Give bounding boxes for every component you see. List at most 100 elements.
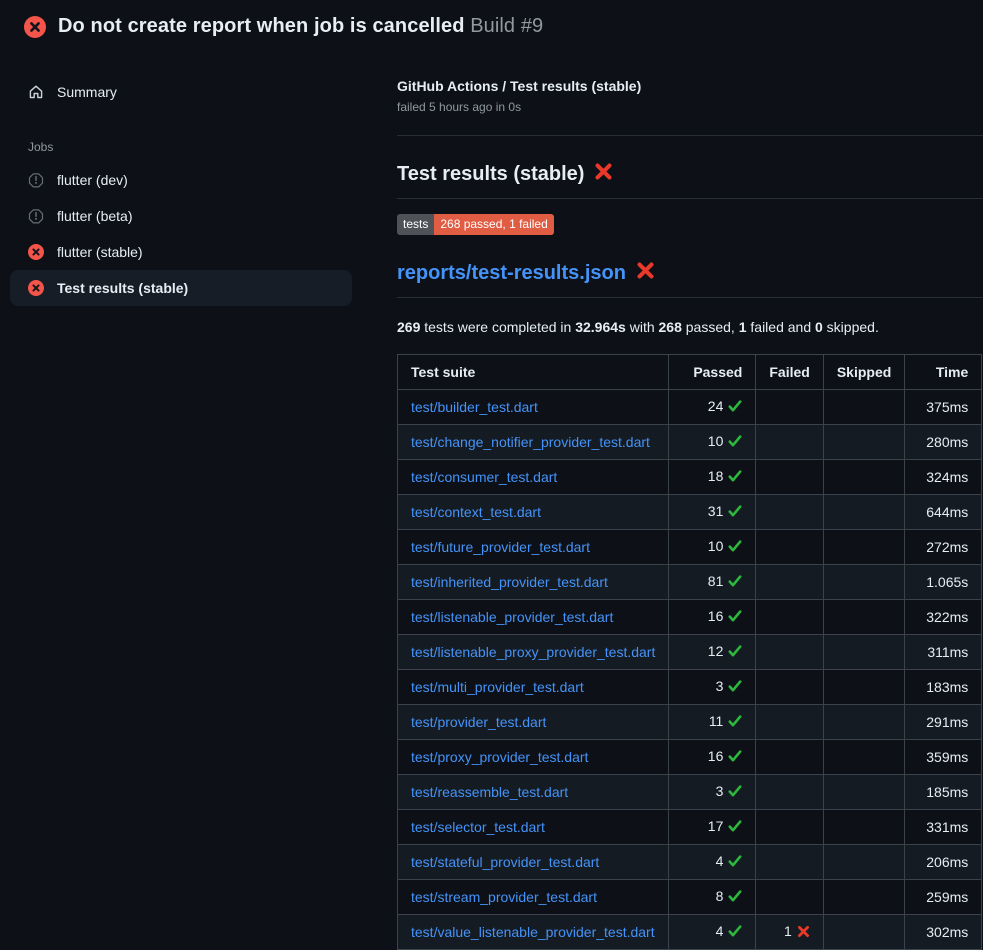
- suite-cell: test/stream_provider_test.dart: [398, 880, 669, 915]
- suite-link[interactable]: test/inherited_provider_test.dart: [411, 574, 608, 590]
- sidebar-item-summary[interactable]: Summary: [10, 74, 352, 110]
- check-mark-icon: [728, 608, 742, 628]
- stop-icon: [28, 208, 44, 224]
- count-value: 4: [716, 853, 724, 869]
- table-row: test/change_notifier_provider_test.dart1…: [398, 425, 982, 460]
- suite-cell: test/reassemble_test.dart: [398, 775, 669, 810]
- check-mark-icon: [728, 818, 742, 838]
- skipped-cell: [823, 740, 904, 775]
- table-row: test/listenable_proxy_provider_test.dart…: [398, 635, 982, 670]
- time-cell: 206ms: [905, 845, 982, 880]
- suite-link[interactable]: test/builder_test.dart: [411, 399, 538, 415]
- suite-link[interactable]: test/stateful_provider_test.dart: [411, 854, 599, 870]
- x-circle-icon: [24, 16, 46, 38]
- check-mark-icon: [728, 748, 742, 768]
- passed-cell: 16: [669, 740, 756, 775]
- table-row: test/proxy_provider_test.dart 16 359ms: [398, 740, 982, 775]
- cross-mark-icon: [636, 261, 655, 286]
- suite-cell: test/multi_provider_test.dart: [398, 670, 669, 705]
- table-row: test/value_listenable_provider_test.dart…: [398, 915, 982, 950]
- build-number: Build #9: [470, 15, 543, 37]
- failed-cell: 1: [756, 915, 823, 950]
- suite-link[interactable]: test/context_test.dart: [411, 504, 541, 520]
- time-cell: 311ms: [905, 635, 982, 670]
- skipped-cell: [823, 460, 904, 495]
- time-cell: 324ms: [905, 460, 982, 495]
- failed-cell: [756, 565, 823, 600]
- passed-cell: 11: [669, 705, 756, 740]
- table-row: test/stream_provider_test.dart8259ms: [398, 880, 982, 915]
- time-cell: 272ms: [905, 530, 982, 565]
- table-row: test/stateful_provider_test.dart 4 206ms: [398, 845, 982, 880]
- passed-cell: 12: [669, 635, 756, 670]
- sidebar-item-job[interactable]: flutter (dev): [10, 162, 352, 198]
- count-value: 11: [709, 713, 724, 729]
- skipped-cell: [823, 425, 904, 460]
- table-row: test/listenable_provider_test.dart 16 322m…: [398, 600, 982, 635]
- summary-skipped: 0: [815, 319, 823, 335]
- suite-cell: test/provider_test.dart: [398, 705, 669, 740]
- time-cell: 185ms: [905, 775, 982, 810]
- count-value: 16: [708, 608, 724, 624]
- suite-link[interactable]: test/value_listenable_provider_test.dart: [411, 924, 655, 940]
- passed-cell: 4: [669, 915, 756, 950]
- suite-link[interactable]: test/reassemble_test.dart: [411, 784, 568, 800]
- suite-link[interactable]: test/provider_test.dart: [411, 714, 546, 730]
- passed-cell: 31: [669, 495, 756, 530]
- count-value: 81: [708, 573, 724, 589]
- failed-cell: [756, 600, 823, 635]
- passed-cell: 4: [669, 845, 756, 880]
- suite-link[interactable]: test/consumer_test.dart: [411, 469, 557, 485]
- count-value: 18: [708, 468, 724, 484]
- report-file-link[interactable]: reports/test-results.json: [397, 262, 626, 285]
- summary-duration: 32.964s: [575, 319, 626, 335]
- check-mark-icon: [728, 923, 742, 943]
- count-value: 3: [716, 678, 724, 694]
- time-cell: 322ms: [905, 600, 982, 635]
- check-mark-icon: [728, 783, 742, 803]
- cross-mark-icon: [797, 923, 810, 943]
- failed-cell: [756, 635, 823, 670]
- suite-link[interactable]: test/multi_provider_test.dart: [411, 679, 584, 695]
- sidebar-item-job[interactable]: flutter (stable): [10, 234, 352, 270]
- count-value: 24: [708, 398, 724, 414]
- home-icon: [28, 84, 44, 100]
- suite-cell: test/listenable_provider_test.dart: [398, 600, 669, 635]
- suite-link[interactable]: test/stream_provider_test.dart: [411, 889, 597, 905]
- table-row: test/consumer_test.dart 18 324ms: [398, 460, 982, 495]
- suite-link[interactable]: test/proxy_provider_test.dart: [411, 749, 588, 765]
- suite-link[interactable]: test/listenable_proxy_provider_test.dart: [411, 644, 655, 660]
- failed-cell: [756, 425, 823, 460]
- summary-failed: 1: [739, 319, 747, 335]
- skipped-cell: [823, 530, 904, 565]
- breadcrumb: GitHub Actions / Test results (stable): [397, 78, 983, 94]
- suite-cell: test/proxy_provider_test.dart: [398, 740, 669, 775]
- main-content: GitHub Actions / Test results (stable) f…: [397, 46, 983, 950]
- failed-cell: [756, 670, 823, 705]
- time-cell: 359ms: [905, 740, 982, 775]
- sidebar-item-job[interactable]: flutter (beta): [10, 198, 352, 234]
- suite-link[interactable]: test/listenable_provider_test.dart: [411, 609, 613, 625]
- suite-cell: test/change_notifier_provider_test.dart: [398, 425, 669, 460]
- passed-cell: 81: [669, 565, 756, 600]
- table-row: test/future_provider_test.dart10272ms: [398, 530, 982, 565]
- table-body: test/builder_test.dart24375mstest/change…: [398, 390, 982, 950]
- column-header-failed: Failed: [756, 355, 823, 390]
- count-value: 8: [716, 888, 724, 904]
- check-mark-icon: [728, 853, 742, 873]
- time-cell: 291ms: [905, 705, 982, 740]
- suite-link[interactable]: test/future_provider_test.dart: [411, 539, 590, 555]
- jobs-list: flutter (dev) flutter (beta)flutter (stab…: [10, 162, 352, 306]
- section-title: Test results (stable): [397, 163, 584, 186]
- skipped-cell: [823, 390, 904, 425]
- count-value: 12: [708, 643, 724, 659]
- suite-link[interactable]: test/selector_test.dart: [411, 819, 545, 835]
- time-cell: 280ms: [905, 425, 982, 460]
- failed-cell: [756, 460, 823, 495]
- passed-cell: 16: [669, 600, 756, 635]
- column-header-skipped: Skipped: [823, 355, 904, 390]
- suite-link[interactable]: test/change_notifier_provider_test.dart: [411, 434, 650, 450]
- sidebar-item-label: flutter (dev): [57, 172, 128, 188]
- sidebar-item-job[interactable]: Test results (stable): [10, 270, 352, 306]
- check-mark-icon: [728, 468, 742, 488]
